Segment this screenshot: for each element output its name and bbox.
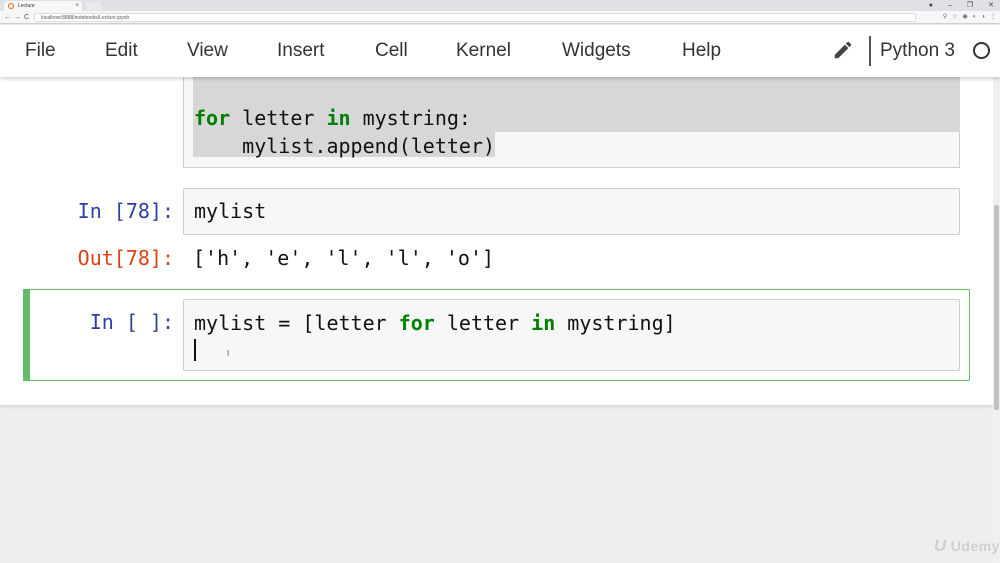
kernel-separator xyxy=(869,36,871,66)
restore-icon[interactable]: ❐ xyxy=(967,0,973,11)
menu-help[interactable]: Help xyxy=(682,25,721,77)
zoom-icon[interactable]: ⚲ xyxy=(943,11,947,24)
menu-insert[interactable]: Insert xyxy=(277,25,325,77)
browser-tab[interactable]: Lecture × xyxy=(4,1,82,11)
code-line: mylist xyxy=(194,199,267,223)
bookmark-star-icon[interactable]: ☆ xyxy=(952,11,957,24)
cell-output: ['h', 'e', 'l', 'l', 'o'] xyxy=(193,246,495,270)
output-prompt: Out[78]: xyxy=(77,246,174,270)
kernel-name[interactable]: Python 3 xyxy=(880,25,955,77)
menu-edit[interactable]: Edit xyxy=(105,25,138,77)
close-window-icon[interactable]: ✕ xyxy=(988,0,994,11)
input-prompt: In [78]: xyxy=(77,199,174,223)
active-cell-indicator xyxy=(23,289,30,381)
kernel-idle-circle-icon xyxy=(973,42,990,59)
forward-icon[interactable]: → xyxy=(14,11,21,24)
jupyter-favicon-icon xyxy=(8,3,14,9)
minimize-icon[interactable]: – xyxy=(948,0,952,11)
new-tab-button[interactable] xyxy=(84,2,104,10)
browser-toolbar-icons: ⚲ ☆ ◉ ◐ ◑ ⋮ xyxy=(943,11,996,24)
tab-title: Lecture xyxy=(18,3,35,9)
extension-icon[interactable]: ◑ xyxy=(981,11,985,24)
extension-icon[interactable]: ◐ xyxy=(973,11,977,24)
menu-view[interactable]: View xyxy=(187,25,228,77)
window-controls: ● – ❐ ✕ xyxy=(929,0,994,11)
scrollbar-thumb[interactable] xyxy=(994,205,999,410)
back-icon[interactable]: ← xyxy=(4,11,11,24)
profile-icon[interactable]: ● xyxy=(929,0,933,11)
code-cell-input[interactable]: mylist = [letter for letter in mystring]… xyxy=(183,299,960,371)
code-line: mylist = [letter for letter in mystring] xyxy=(194,311,676,335)
jupyter-menubar: File Edit View Insert Cell Kernel Widget… xyxy=(0,25,1000,77)
menu-file[interactable]: File xyxy=(25,25,56,77)
pencil-icon[interactable] xyxy=(832,39,854,61)
udemy-logo-icon: U xyxy=(934,536,947,555)
udemy-watermark: U Udemy xyxy=(934,536,1000,555)
code-cell-input[interactable]: mylist xyxy=(183,188,960,235)
code-line: for letter in mystring: xyxy=(194,106,471,130)
extension-icon[interactable]: ◉ xyxy=(963,11,968,24)
browser-titlebar: Lecture × ● – ❐ ✕ xyxy=(0,0,1000,11)
reload-icon[interactable]: C xyxy=(24,11,29,24)
text-cursor xyxy=(194,339,196,361)
input-prompt: In [ ]: xyxy=(89,310,174,334)
browser-addressbar: ← → C localhost:8888/notebooks/Lecture.i… xyxy=(0,11,1000,24)
url-input[interactable]: localhost:8888/notebooks/Lecture.ipynb xyxy=(34,13,916,22)
code-line: mylist.append(letter) xyxy=(194,134,496,158)
mouse-ibeam-cursor-icon: I xyxy=(227,349,230,358)
menu-cell[interactable]: Cell xyxy=(375,25,408,77)
tab-close-icon[interactable]: × xyxy=(75,1,79,11)
code-cell-input[interactable]: for letter in mystring: mylist.append(le… xyxy=(183,77,960,168)
menu-kernel[interactable]: Kernel xyxy=(456,25,511,77)
menu-widgets[interactable]: Widgets xyxy=(562,25,631,77)
browser-menu-icon[interactable]: ⋮ xyxy=(990,11,996,24)
